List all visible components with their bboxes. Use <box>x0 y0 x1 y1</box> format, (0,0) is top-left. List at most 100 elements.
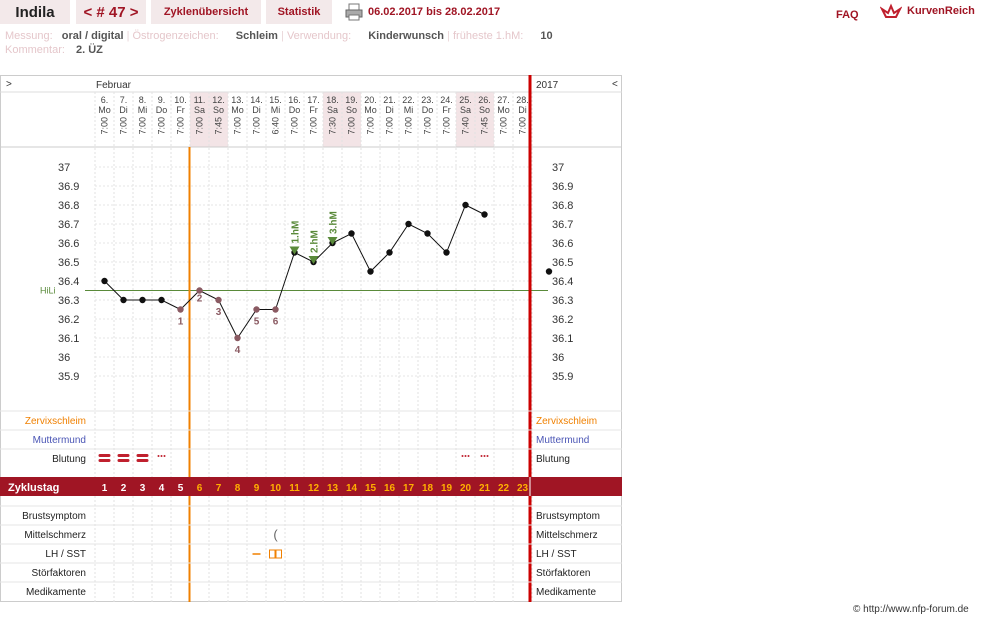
bleeding-heavy-icon <box>117 459 130 462</box>
cycle-nav[interactable]: < # 47 > <box>76 0 146 24</box>
day-weekday: Sa <box>194 105 205 115</box>
temperature-point[interactable] <box>424 230 431 237</box>
cycle-day-number: 15 <box>365 483 377 494</box>
cycle-day-number: 18 <box>422 483 434 494</box>
bleeding-spot-icon <box>163 455 166 457</box>
cycle-day-number: 9 <box>254 483 260 494</box>
cycle-day-number: 20 <box>460 483 472 494</box>
nav-right-arrow[interactable]: < <box>612 79 618 90</box>
lh-test-line <box>274 550 277 558</box>
low-temp-number: 3 <box>216 307 222 318</box>
day-weekday: Fr <box>309 105 318 115</box>
cycle-day-number: 12 <box>308 483 320 494</box>
day-date: 11. <box>194 95 206 105</box>
bleeding-heavy-icon <box>136 459 149 462</box>
day-date: 13. <box>231 95 244 105</box>
row-label-stoer: Störfaktoren <box>32 568 86 579</box>
day-date: 19. <box>345 95 358 105</box>
day-weekday: Mo <box>364 105 377 115</box>
temperature-point[interactable] <box>158 296 165 304</box>
cycle-day-number: 22 <box>498 483 510 494</box>
low-temp-number: 6 <box>273 317 279 328</box>
temperature-point[interactable] <box>405 220 412 228</box>
day-time: 7:00 <box>347 117 357 135</box>
day-date: 16. <box>288 95 301 105</box>
y-tick-label-right: 36.3 <box>552 295 573 307</box>
y-tick-label-right: 36.9 <box>552 181 573 193</box>
bleeding-spot-icon <box>483 455 486 457</box>
temperature-point[interactable] <box>443 249 450 256</box>
cycle-day-number: 8 <box>235 483 241 494</box>
y-tick-label: 36.2 <box>58 314 79 326</box>
day-date: 7. <box>120 95 128 105</box>
y-tick-label: 36.4 <box>58 276 79 288</box>
temperature-point[interactable] <box>120 296 127 304</box>
row-label-blutung: Blutung <box>52 454 86 465</box>
row-label-right-mittel: Mittelschmerz <box>536 530 598 541</box>
row-label-right-brust: Brustsymptom <box>536 511 600 522</box>
temperature-point[interactable] <box>348 230 355 237</box>
hili-label: HiLi <box>40 286 56 296</box>
y-tick-label: 36.8 <box>58 200 79 212</box>
temperature-point[interactable] <box>139 296 146 304</box>
temperature-point[interactable] <box>272 306 279 313</box>
day-weekday: Mo <box>98 105 111 115</box>
cycle-day-number: 23 <box>517 483 529 494</box>
row-label-right-lh: LH / SST <box>536 549 577 560</box>
day-date: 25. <box>459 95 472 105</box>
row-label-right-medi: Medikamente <box>536 587 596 598</box>
year-label: 2017 <box>536 80 559 91</box>
brand-name[interactable]: KurvenReich <box>907 5 975 17</box>
cycle-day-number: 14 <box>346 483 358 494</box>
temperature-point[interactable] <box>177 306 184 313</box>
temperature-point[interactable] <box>367 268 374 275</box>
day-time: 7:00 <box>518 117 528 135</box>
bleeding-spot-icon <box>160 455 163 457</box>
day-weekday: Sa <box>460 105 471 115</box>
day-weekday: Di <box>119 105 128 115</box>
day-weekday: Fr <box>442 105 451 115</box>
temperature-point[interactable] <box>234 334 241 342</box>
day-time: 7:00 <box>195 117 205 135</box>
y-tick-label-right: 35.9 <box>552 371 573 383</box>
print-icon[interactable] <box>345 3 363 21</box>
temperature-point[interactable] <box>215 296 222 304</box>
day-time: 7:00 <box>423 117 433 135</box>
temperature-point[interactable] <box>462 201 469 209</box>
bleeding-spot-icon <box>480 455 483 457</box>
row-label-right-stoer: Störfaktoren <box>536 568 590 579</box>
cycle-day-number: 7 <box>216 483 222 494</box>
day-weekday: Fr <box>176 105 185 115</box>
temperature-point[interactable] <box>386 249 393 256</box>
day-weekday: So <box>213 105 224 115</box>
row-label-zervix: Zervixschleim <box>25 416 86 427</box>
day-time: 7:00 <box>138 117 148 135</box>
next-cycle-point[interactable] <box>545 268 553 275</box>
day-weekday: Mo <box>231 105 244 115</box>
faq-link[interactable]: FAQ <box>836 9 859 21</box>
cycle-day-number: 13 <box>327 483 339 494</box>
temperature-point[interactable] <box>481 211 488 218</box>
y-tick-label-right: 36.6 <box>552 238 573 250</box>
cycle-day-number: 5 <box>178 483 184 494</box>
day-time: 7:45 <box>214 117 224 135</box>
tab-overview[interactable]: Zyklenübersicht <box>151 0 261 24</box>
row-label-right-blutung: Blutung <box>536 454 570 465</box>
crown-logo-icon[interactable] <box>880 3 902 21</box>
day-date: 10. <box>174 95 187 105</box>
cycle-day-number: 6 <box>197 483 203 494</box>
cycle-day-label: Zyklustag <box>8 482 59 494</box>
day-time: 7:00 <box>157 117 167 135</box>
temperature-point[interactable] <box>253 306 260 313</box>
day-weekday: Mi <box>138 105 148 115</box>
day-time: 7:40 <box>461 117 471 135</box>
cycle-day-number: 4 <box>159 483 165 494</box>
tab-statistics[interactable]: Statistik <box>266 0 332 24</box>
cycle-day-number: 3 <box>140 483 146 494</box>
temperature-point[interactable] <box>101 277 108 285</box>
cycle-day-number: 1 <box>102 483 108 494</box>
nav-left-arrow[interactable]: > <box>6 79 12 90</box>
day-time: 7:00 <box>385 117 395 135</box>
day-date: 28. <box>516 95 529 105</box>
day-weekday: Di <box>385 105 394 115</box>
